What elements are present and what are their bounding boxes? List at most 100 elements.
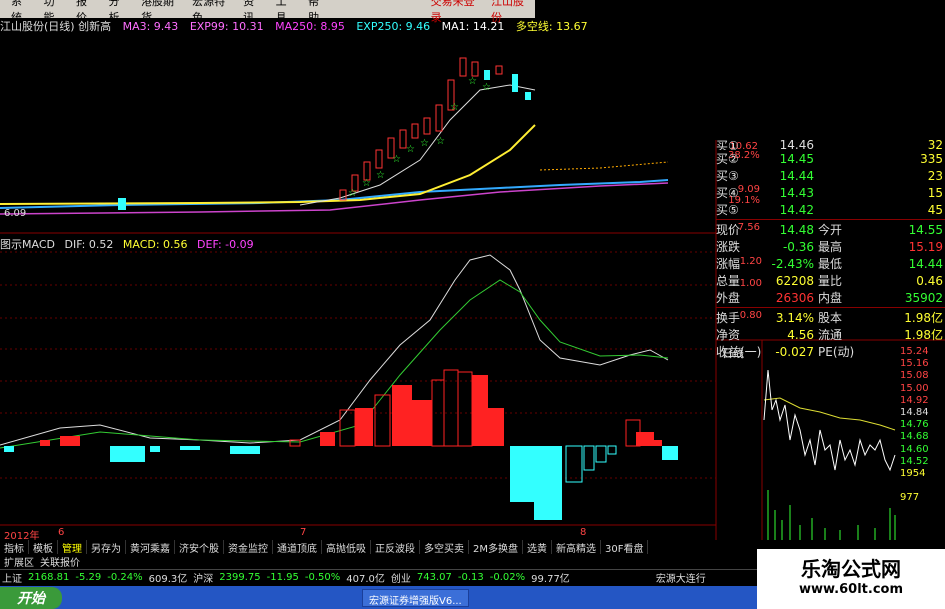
stat-value: 4.56 [787,327,814,342]
start-button[interactable]: 开始 [0,586,62,609]
stat-value: 26306 [775,290,814,305]
stat-label: 流通 [818,328,843,342]
intraday-price-line [763,369,896,472]
hs-amount: 407.0亿 [346,574,385,585]
hs-value: 2399.75 [219,572,261,583]
hs-percent: -0.50% [304,572,341,583]
svg-text:☆: ☆ [376,170,385,181]
hs-label: 沪深 [193,574,214,585]
macd-title: 图示MACD [0,238,55,251]
sh-value: 2168.81 [28,572,70,583]
intraday-volume-bars [767,490,896,540]
star-markers: ☆ ☆ ☆ ☆ ☆ ☆ ☆ ☆ ☆ ☆ [348,76,491,199]
tab-longshort[interactable]: 多空买卖 [420,540,469,555]
date-m8: 8 [580,527,587,538]
stat-value: 15.19 [908,239,943,254]
tab-related-quote[interactable]: 关联报价 [40,554,80,569]
stat-label: 总量 [716,274,741,288]
tab-band[interactable]: 正反波段 [371,540,420,555]
bid-label: 买① [716,140,739,150]
svg-text:☆: ☆ [362,178,371,189]
bid-row: 买① 14.46 32 [716,140,945,150]
stat-row: 净资 4.56 流通 1.98亿 [716,326,945,343]
intraday-label[interactable]: 日线 [722,345,744,361]
intraday-axis: 15.24 15.16 15.08 15.00 14.92 14.84 14.7… [900,346,929,504]
stat-label: 外盘 [716,291,741,305]
intraday-tick: 15.24 [900,346,929,357]
intraday-tick: 977 [900,492,920,504]
intraday-tick: 15.16 [900,358,929,370]
cy-value: 743.07 [416,572,452,583]
sh-label: 上证 [2,574,22,585]
svg-text:☆: ☆ [420,138,429,149]
tab-2m[interactable]: 2M多换盘 [469,540,523,555]
stat-value: -2.43% [771,256,814,271]
tab-30f[interactable]: 30F看盘 [601,540,649,555]
intraday-tick: 1954 [900,468,926,480]
tab-channel[interactable]: 通道顶底 [273,540,322,555]
bid-volume: 335 [920,151,943,166]
intraday-avg-line [763,397,896,431]
macd-value: MACD: 0.56 [122,238,188,251]
tab-jian[interactable]: 济安个股 [175,540,224,555]
stat-row: 换手 3.14% 股本 1.98亿 [716,309,945,326]
stat-value: -0.027 [775,344,814,359]
svg-text:☆: ☆ [450,102,459,113]
stat-row: 现价 14.48 今开 14.55 [716,221,945,238]
cy-label: 创业 [390,574,411,585]
tab-indicator[interactable]: 指标 [0,540,29,555]
stat-label: 现价 [716,223,741,237]
bid-volume: 15 [927,185,943,200]
stat-row: 涨跌 -0.36 最高 15.19 [716,238,945,255]
stat-label: 净资 [716,328,741,342]
quote-panel: 买① 14.46 32 买② 14.45 335 买③ 14.44 23 买④ … [716,140,945,359]
sh-change: -5.29 [75,572,102,583]
intraday-tick: 14.76 [900,419,929,431]
stat-value: 14.55 [908,222,943,237]
stat-row: 外盘 26306 内盘 35902 [716,289,945,306]
tab-manage[interactable]: 管理 [58,540,87,555]
macd-title-bar: 图示MACD DIF: 0.52 MACD: 0.56 DEF: -0.09 [0,236,300,251]
svg-text:☆: ☆ [348,188,357,199]
bid-row: 买② 14.45 335 [716,150,945,167]
date-m6: 6 [58,527,65,538]
cy-change: -0.13 [457,572,484,583]
stat-value: 3.14% [775,310,814,325]
bid-row: 买④ 14.43 15 [716,184,945,201]
intraday-tick: 15.00 [900,382,929,394]
bid-volume: 32 [927,140,943,150]
tab-select[interactable]: 选黄 [523,540,552,555]
bid-label: 买② [716,152,739,166]
tab-save-as[interactable]: 另存为 [87,540,126,555]
tab-template[interactable]: 模板 [29,540,58,555]
bid-price: 14.46 [779,140,814,150]
bid-price: 14.42 [779,202,814,217]
stat-value: 14.48 [779,222,814,237]
stat-value: 0.46 [916,273,943,288]
cy-amount: 99.77亿 [531,574,570,585]
bid-price: 14.43 [779,185,814,200]
watermark-title: 乐淘公式网 [801,557,901,581]
bid-row: 买③ 14.44 23 [716,167,945,184]
bid-price: 14.45 [779,151,814,166]
tab-extension[interactable]: 扩展区 [4,554,34,569]
svg-text:☆: ☆ [392,154,401,165]
dif-line [0,254,669,446]
hs-change: -11.95 [266,572,299,583]
tab-fund-monitor[interactable]: 资金监控 [224,540,273,555]
broker-label: 宏源大连行 [655,574,706,585]
stat-label: 今开 [818,223,843,237]
taskbar-app-item[interactable]: 宏源证券增强版V6... [362,588,469,607]
stat-value: 1.98亿 [904,328,943,342]
index-status-bar: 上证 2168.81 -5.29 -0.24% 609.3亿 沪深 2399.7… [0,569,760,585]
tab-huanghe[interactable]: 黄河乘嘉 [126,540,175,555]
svg-text:☆: ☆ [406,144,415,155]
watermark-url: www.60lt.com [798,582,904,597]
stat-label: 涨幅 [716,257,741,271]
svg-text:☆: ☆ [436,136,445,147]
tab-high-low[interactable]: 高抛低吸 [322,540,371,555]
stat-label: 最低 [818,257,843,271]
sh-percent: -0.24% [107,572,143,583]
tab-new-high[interactable]: 新高精选 [552,540,601,555]
ma-white-line [299,84,536,206]
